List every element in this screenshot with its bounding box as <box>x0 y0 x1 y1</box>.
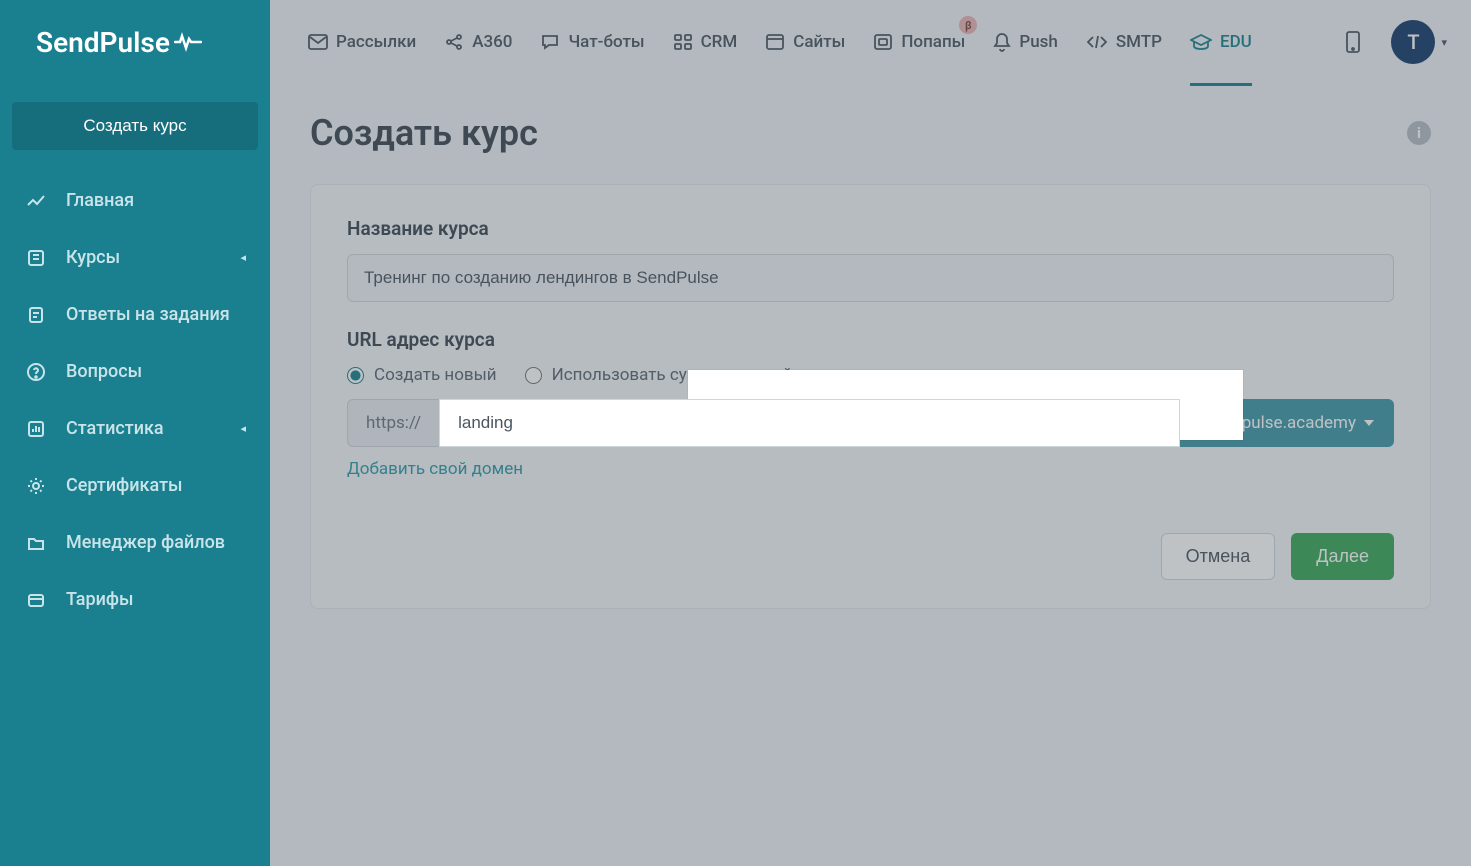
content: Создать курс i Название курса URL адрес … <box>270 84 1471 637</box>
sidebar-item-6[interactable]: Менеджер файлов <box>0 514 270 571</box>
gear-icon <box>24 476 48 496</box>
topnav-item-label: Чат-боты <box>568 32 644 52</box>
help-icon <box>24 362 48 382</box>
sidebar-item-7[interactable]: Тарифы <box>0 571 270 628</box>
create-course-form: Название курса URL адрес курса Создать н… <box>310 184 1431 609</box>
topnav-item-label: CRM <box>701 32 738 52</box>
folder-icon <box>24 533 48 553</box>
sidebar-item-label: Тарифы <box>66 589 134 610</box>
topnav-item-попапы[interactable]: Попапыβ <box>859 0 979 84</box>
sidebar-item-label: Статистика <box>66 418 164 439</box>
mobile-icon[interactable] <box>1333 31 1373 53</box>
chat-icon <box>540 32 560 52</box>
bell-icon <box>993 32 1011 52</box>
top-nav: Рассылки A360 Чат-боты CRM Сайты Попапыβ Push S… <box>270 0 1471 84</box>
book-icon <box>24 248 48 268</box>
topnav-item-label: A360 <box>472 32 512 52</box>
topnav-item-label: Сайты <box>793 32 845 52</box>
chevron-down-icon <box>1364 419 1374 427</box>
sidebar-item-label: Сертификаты <box>66 475 183 496</box>
avatar-caret-icon[interactable]: ▾ <box>1441 36 1447 49</box>
next-button[interactable]: Далее <box>1291 533 1394 580</box>
sidebar-item-5[interactable]: Сертификаты <box>0 457 270 514</box>
stats-icon <box>24 419 48 439</box>
sidebar-item-label: Ответы на задания <box>66 304 230 325</box>
sidebar-item-label: Вопросы <box>66 361 142 382</box>
grad-icon <box>1190 33 1212 51</box>
caret-left-icon: ◂ <box>240 422 246 435</box>
sidebar-item-4[interactable]: Статистика ◂ <box>0 400 270 457</box>
topnav-item-label: Попапы <box>901 32 965 52</box>
topnav-item-crm[interactable]: CRM <box>659 0 752 84</box>
wallet-icon <box>24 590 48 610</box>
radio-use-existing[interactable]: Использовать существующий <box>525 365 793 385</box>
page-title: Создать курс <box>310 112 538 154</box>
share-icon <box>444 32 464 52</box>
beta-badge: β <box>959 16 977 34</box>
radio-use-existing-label: Использовать существующий <box>552 365 793 385</box>
topnav-item-label: SMTP <box>1116 32 1162 52</box>
course-url-label: URL адрес курса <box>347 328 1394 351</box>
create-course-button[interactable]: Создать курс <box>12 102 258 150</box>
topnav-item-label: EDU <box>1220 32 1252 52</box>
mail-icon <box>308 34 328 50</box>
sidebar: SendPulse Создать курс Главная Курсы ◂ Отве… <box>0 0 270 866</box>
radio-create-new-input[interactable] <box>347 367 364 384</box>
url-domain-label: .sendpulse.academy <box>1200 413 1356 433</box>
add-domain-link[interactable]: Добавить свой домен <box>347 459 523 479</box>
url-slug-input[interactable] <box>439 399 1180 447</box>
topnav-item-edu[interactable]: EDU <box>1176 0 1266 84</box>
topnav-item-smtp[interactable]: SMTP <box>1072 0 1176 84</box>
cancel-button[interactable]: Отмена <box>1161 533 1276 580</box>
radio-create-new-label: Создать новый <box>374 365 497 385</box>
popup-icon <box>873 33 893 51</box>
topnav-item-push[interactable]: Push <box>979 0 1072 84</box>
code-icon <box>1086 34 1108 50</box>
topnav-item-label: Рассылки <box>336 32 416 52</box>
crm-icon <box>673 33 693 51</box>
site-icon <box>765 33 785 51</box>
sidebar-nav: Главная Курсы ◂ Ответы на задания Вопросы Ста… <box>0 172 270 628</box>
topnav-item-a360[interactable]: A360 <box>430 0 526 84</box>
sidebar-item-0[interactable]: Главная <box>0 172 270 229</box>
course-name-input[interactable] <box>347 254 1394 302</box>
user-avatar[interactable]: T <box>1391 20 1435 64</box>
sidebar-item-label: Главная <box>66 190 134 211</box>
url-prefix: https:// <box>347 399 439 447</box>
trend-icon <box>24 191 48 211</box>
sidebar-item-2[interactable]: Ответы на задания <box>0 286 270 343</box>
topnav-item-чат-боты[interactable]: Чат-боты <box>526 0 658 84</box>
radio-use-existing-input[interactable] <box>525 367 542 384</box>
clipboard-icon <box>24 305 48 325</box>
pulse-icon <box>174 32 202 52</box>
sidebar-item-3[interactable]: Вопросы <box>0 343 270 400</box>
radio-create-new[interactable]: Создать новый <box>347 365 497 385</box>
main-area: Рассылки A360 Чат-боты CRM Сайты Попапыβ Push S… <box>270 0 1471 866</box>
brand-name: SendPulse <box>36 26 170 59</box>
topnav-item-рассылки[interactable]: Рассылки <box>294 0 430 84</box>
caret-left-icon: ◂ <box>240 251 246 264</box>
course-name-label: Название курса <box>347 217 1394 240</box>
url-domain-dropdown[interactable]: .sendpulse.academy <box>1180 399 1394 447</box>
info-icon[interactable]: i <box>1407 121 1431 145</box>
topnav-item-label: Push <box>1019 32 1058 52</box>
sidebar-item-1[interactable]: Курсы ◂ <box>0 229 270 286</box>
sidebar-item-label: Курсы <box>66 247 120 268</box>
brand-logo[interactable]: SendPulse <box>0 0 270 84</box>
sidebar-item-label: Менеджер файлов <box>66 532 225 553</box>
topnav-item-сайты[interactable]: Сайты <box>751 0 859 84</box>
